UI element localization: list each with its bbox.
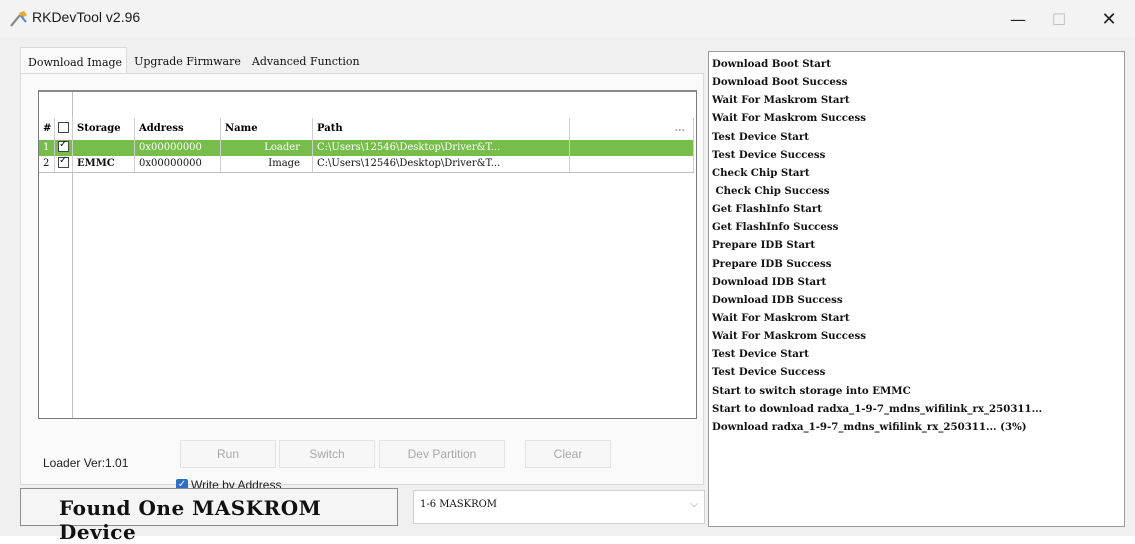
log-line: Wait For Maskrom Start	[712, 94, 850, 107]
log-line: Wait For Maskrom Start	[712, 311, 850, 324]
log-line: Prepare IDB Start	[712, 239, 816, 252]
row-num: 1	[39, 140, 55, 156]
loader-version: Loader Ver:1.01	[43, 456, 129, 470]
chevron-down-icon[interactable]: ⌵	[690, 499, 698, 510]
table-row[interactable]: 2 EMMC 0x00000000 Image C:\Users\12546\D…	[39, 156, 694, 173]
window-title: RKDevTool v2.96	[32, 9, 141, 25]
log-line: Test Device Start	[712, 130, 809, 143]
log-line: Wait For Maskrom Success	[712, 330, 866, 343]
clear-button[interactable]: Clear	[525, 440, 611, 468]
log-line: Download Boot Success	[712, 76, 848, 89]
image-table[interactable]: # Storage Address Name Path ... 1 0x0000…	[38, 90, 697, 419]
row-path[interactable]: C:\Users\12546\Desktop\Driver&T...	[313, 156, 570, 172]
device-status-text: Found One MASKROM Device	[59, 496, 322, 544]
tab-bar: Download Image Upgrade Firmware Advanced…	[20, 47, 364, 73]
row-name[interactable]: Image	[221, 156, 313, 172]
log-line: Check Chip Start	[712, 166, 810, 179]
log-line: Download radxa_1-9-7_mdns_wifilink_rx_25…	[712, 420, 1027, 433]
close-button[interactable]: ✕	[1090, 6, 1128, 32]
device-select[interactable]: 1-6 MASKROM ⌵	[413, 490, 705, 524]
title-bar: RKDevTool v2.96 — ☐ ✕	[0, 0, 1135, 38]
col-header-storage[interactable]: Storage	[73, 118, 135, 140]
device-select-value: 1-6 MASKROM	[420, 499, 498, 510]
row-storage[interactable]	[73, 140, 135, 156]
select-all-checkbox[interactable]	[58, 122, 69, 133]
log-line: Start to switch storage into EMMC	[712, 384, 911, 397]
col-header-num[interactable]: #	[39, 118, 55, 140]
row-name[interactable]: Loader	[221, 140, 313, 156]
run-button[interactable]: Run	[180, 440, 276, 468]
table-row[interactable]: 1 0x00000000 Loader C:\Users\12546\Deskt…	[39, 140, 694, 156]
log-line: Test Device Success	[712, 148, 826, 161]
close-icon: ✕	[1101, 8, 1117, 30]
log-line: Test Device Success	[712, 366, 826, 379]
row-checkbox-cell	[55, 156, 73, 172]
minimize-icon: —	[1010, 9, 1026, 29]
col-header-address[interactable]: Address	[135, 118, 221, 140]
row-address[interactable]: 0x00000000	[135, 140, 221, 156]
log-line: Prepare IDB Success	[712, 257, 832, 270]
row-checkbox[interactable]	[58, 156, 69, 169]
log-line: Download IDB Start	[712, 275, 827, 288]
log-line: Download IDB Success	[712, 293, 843, 306]
maximize-icon: ☐	[1051, 9, 1067, 29]
log-line: Check Chip Success	[712, 184, 830, 197]
log-line: Download Boot Start	[712, 58, 831, 70]
row-checkbox[interactable]	[58, 140, 69, 153]
col-header-check[interactable]	[55, 118, 73, 140]
table-header: # Storage Address Name Path ...	[39, 118, 694, 141]
left-panel: Download Image Upgrade Firmware Advanced…	[20, 47, 704, 525]
switch-button[interactable]: Switch	[279, 440, 375, 468]
log-line: Wait For Maskrom Success	[712, 112, 866, 125]
status-panel: Found One MASKROM Device	[20, 488, 398, 544]
col-header-name[interactable]: Name	[221, 118, 313, 140]
tab-upgrade-firmware[interactable]: Upgrade Firmware	[127, 47, 245, 73]
row-address[interactable]: 0x00000000	[135, 156, 221, 172]
log-line: Get FlashInfo Success	[712, 221, 839, 234]
col-header-more[interactable]: ...	[570, 118, 694, 140]
row-storage[interactable]: EMMC	[73, 156, 135, 172]
row-path[interactable]: C:\Users\12546\Desktop\Driver&T...	[313, 140, 570, 156]
app-window: RKDevTool v2.96 — ☐ ✕ Download Image Upg…	[0, 0, 1135, 544]
row-more[interactable]	[570, 140, 694, 156]
log-output[interactable]: Download Boot Start Download Boot Success…	[708, 51, 1125, 527]
tab-download-image[interactable]: Download Image	[20, 47, 128, 73]
row-num: 2	[39, 156, 55, 172]
tab-advanced-function[interactable]: Advanced Function	[245, 47, 364, 73]
download-image-panel: # Storage Address Name Path ... 1 0x0000…	[20, 73, 704, 492]
row-checkbox-cell	[55, 140, 73, 156]
app-icon	[10, 11, 27, 27]
maximize-button[interactable]: ☐	[1040, 6, 1078, 32]
log-line: Test Device Start	[712, 348, 809, 361]
row-more[interactable]	[570, 156, 694, 172]
minimize-button[interactable]: —	[999, 6, 1037, 32]
col-header-path[interactable]: Path	[313, 118, 570, 140]
log-line: Start to download radxa_1-9-7_mdns_wifil…	[712, 402, 1043, 415]
log-line: Get FlashInfo Start	[712, 203, 822, 216]
dev-partition-button[interactable]: Dev Partition	[379, 440, 505, 468]
